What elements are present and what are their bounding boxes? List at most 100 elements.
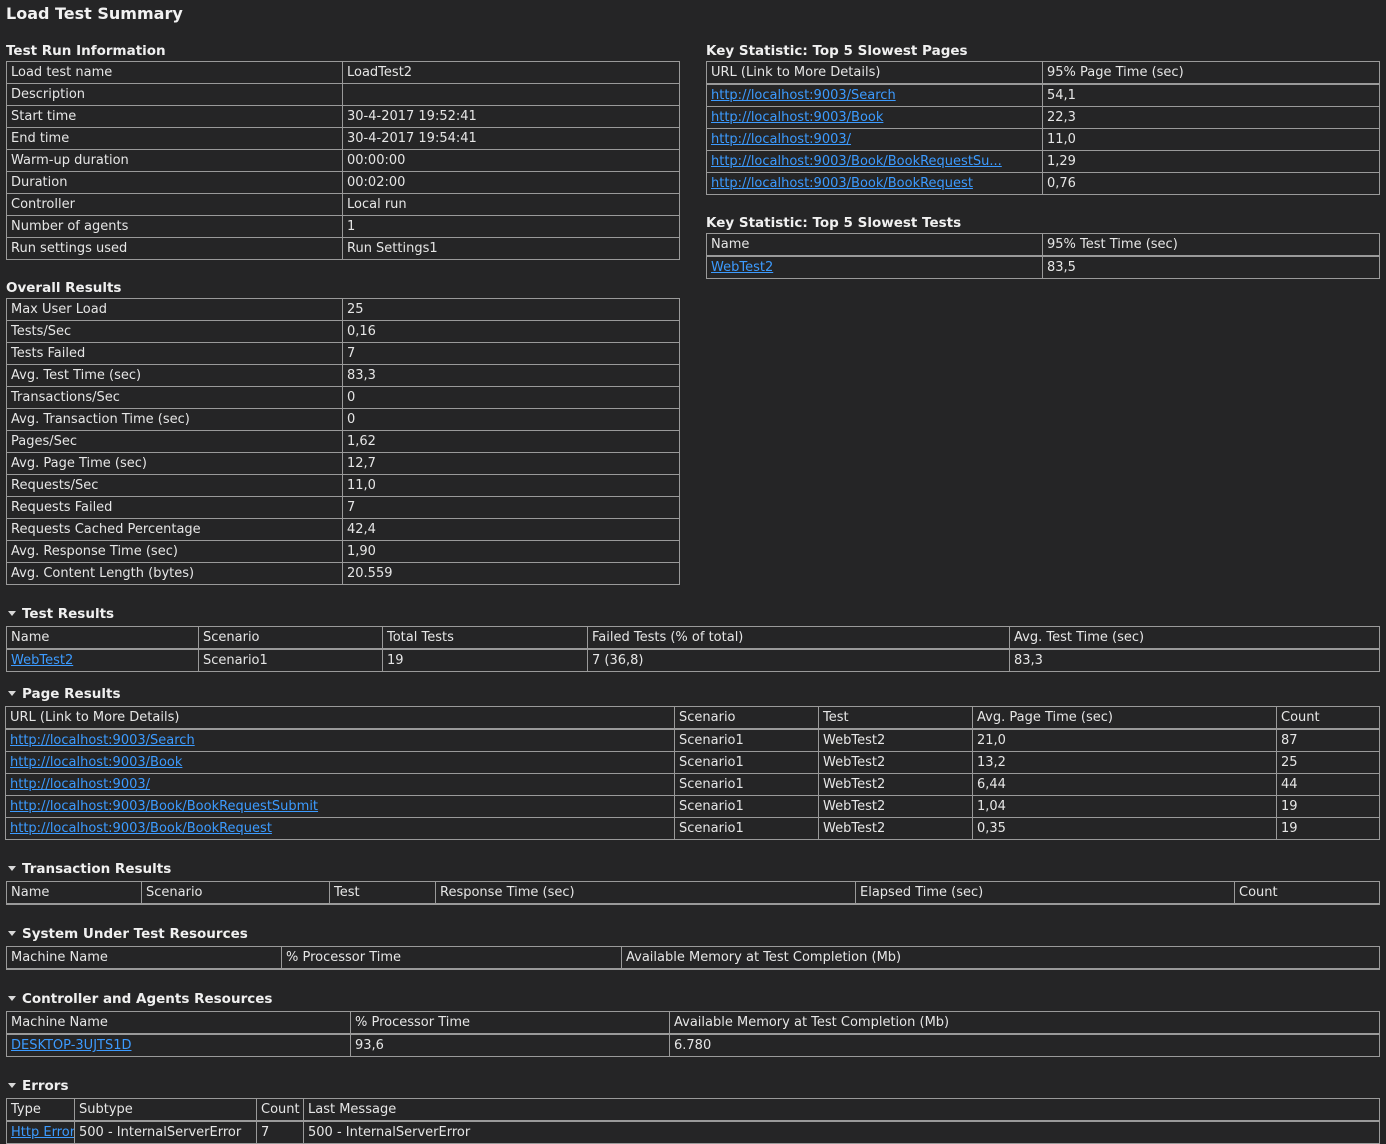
table-row: Start time 30-4-2017 19:52:41 [6,105,680,128]
controller-resources-table: Machine Name% Processor Time Available Me… [6,1011,1380,1057]
table-cell: 44 [1276,773,1380,796]
table-cell: http://localhost:9003/Search [706,83,1043,107]
table-cell: http://localhost:9003/Book/BookRequest [5,817,675,840]
table-cell: Requests Failed [6,496,343,519]
column-header: Avg. Test Time (sec) [1009,626,1380,650]
table-cell: 13,2 [972,751,1277,774]
detail-link[interactable]: http://localhost:9003/Book [10,755,182,770]
table-cell: 0 [342,386,680,409]
caret-down-icon[interactable] [8,690,16,696]
table-row: Http Error 500 - InternalServerError 7 500 … [6,1120,1380,1144]
table-cell: Scenario1 [674,817,819,840]
caret-down-icon[interactable] [8,1082,16,1088]
sut-resources-title: System Under Test Resources [22,926,248,942]
test-results-header[interactable]: Test Results [6,606,114,622]
column-header: Machine Name [6,1011,351,1035]
detail-link[interactable]: http://localhost:9003/Book/BookRequestSu… [10,799,318,814]
table-row: WebTest2 Scenario1 19 7 (36,8) 83,3 [6,648,1380,672]
table-cell: http://localhost:9003/Book/BookRequestSu… [706,150,1043,173]
column-header: Scenario [198,626,383,650]
column-header: Last Message [303,1098,1380,1122]
table-cell: Avg. Page Time (sec) [6,452,343,475]
table-cell: 0,16 [342,320,680,343]
column-header: Available Memory at Test Completion (Mb) [621,946,1380,970]
table-row: Requests Failed 7 [6,496,680,519]
test-results-title: Test Results [22,606,115,622]
table-row: http://localhost:9003/Book/BookRequest 0,… [706,172,1380,195]
column-header: Subtype [74,1098,257,1122]
column-header: 95% Test Time (sec) [1042,233,1380,257]
table-cell: Tests Failed [6,342,343,365]
table-cell: http://localhost:9003/Book [5,751,675,774]
table-row: http://localhost:9003/Book/BookRequestSu… [5,795,1380,818]
table-cell: 21,0 [972,728,1277,752]
table-cell: Avg. Response Time (sec) [6,540,343,563]
table-row: Tests/Sec 0,16 [6,320,680,343]
table-header-row: Machine Name% Processor Time Available Me… [6,1011,1380,1035]
table-cell: Description [6,83,343,106]
table-cell: Load test name [6,61,343,84]
detail-link[interactable]: http://localhost:9003/Book/BookRequest [10,821,272,836]
column-header: Response Time (sec) [435,881,856,905]
detail-link[interactable]: http://localhost:9003/Book/BookRequestSu… [711,154,1002,169]
caret-down-icon[interactable] [8,610,16,616]
detail-link[interactable]: DESKTOP-3UJTS1D [11,1038,132,1053]
table-cell: 54,1 [1042,83,1380,107]
caret-down-icon[interactable] [8,865,16,871]
errors-header[interactable]: Errors [6,1078,69,1094]
table-cell: Requests Cached Percentage [6,518,343,541]
controller-resources-header[interactable]: Controller and Agents Resources [6,991,272,1007]
detail-link[interactable]: http://localhost:9003/Book [711,110,883,125]
detail-link[interactable]: http://localhost:9003/ [711,132,851,147]
table-cell: Warm-up duration [6,149,343,172]
table-cell: Tests/Sec [6,320,343,343]
controller-resources-title: Controller and Agents Resources [22,991,273,1007]
detail-link[interactable]: http://localhost:9003/Book/BookRequest [711,176,973,191]
column-header: Available Memory at Test Completion (Mb) [669,1011,1380,1035]
sut-resources-header[interactable]: System Under Test Resources [6,926,248,942]
table-cell: WebTest2 [818,728,973,752]
table-cell: 93,6 [350,1033,670,1057]
table-cell: 11,0 [342,474,680,497]
table-cell: End time [6,127,343,150]
table-cell: 1,29 [1042,150,1380,173]
table-cell: 25 [1276,751,1380,774]
table-cell: WebTest2 [818,817,973,840]
detail-link[interactable]: http://localhost:9003/Search [711,88,896,103]
detail-link[interactable]: http://localhost:9003/Search [10,733,195,748]
table-cell: WebTest2 [6,648,199,672]
table-row: Run settings used Run Settings1 [6,237,680,260]
column-header: URL (Link to More Details) [5,706,675,730]
detail-link[interactable]: Http Error [11,1125,74,1140]
detail-link[interactable]: WebTest2 [11,653,73,668]
table-cell: WebTest2 [706,255,1043,279]
table-row: http://localhost:9003/11,0 [706,128,1380,151]
table-cell: 22,3 [1042,106,1380,129]
table-row: Avg. Test Time (sec) 83,3 [6,364,680,387]
table-cell: 500 - InternalServerError [303,1120,1380,1144]
table-cell: http://localhost:9003/ [5,773,675,796]
table-cell: 7 (36,8) [587,648,1010,672]
table-row: http://localhost:9003/Search Scenario1 Web… [5,728,1380,752]
detail-link[interactable]: http://localhost:9003/ [10,777,150,792]
table-cell: Scenario1 [674,728,819,752]
table-cell: 7 [342,342,680,365]
caret-down-icon[interactable] [8,930,16,936]
table-row: http://localhost:9003/Book 22,3 [706,106,1380,129]
column-header: Count [1276,706,1380,730]
table-cell: WebTest2 [818,795,973,818]
caret-down-icon[interactable] [8,995,16,1001]
detail-link[interactable]: WebTest2 [711,260,773,275]
column-header: Machine Name [6,946,282,970]
table-cell: 1 [342,215,680,238]
table-header-row: URL (Link to More Details) 95% Page Time … [706,61,1380,85]
table-cell: Requests/Sec [6,474,343,497]
table-cell: 6.780 [669,1033,1380,1057]
overall-results-title: Overall Results [6,280,122,296]
table-cell: 0 [342,408,680,431]
transaction-results-header[interactable]: Transaction Results [6,861,171,877]
table-cell: 19 [382,648,588,672]
table-cell: 19 [1276,795,1380,818]
page-results-header[interactable]: Page Results [6,686,120,702]
table-row: http://localhost:9003/Search 54,1 [706,83,1380,107]
